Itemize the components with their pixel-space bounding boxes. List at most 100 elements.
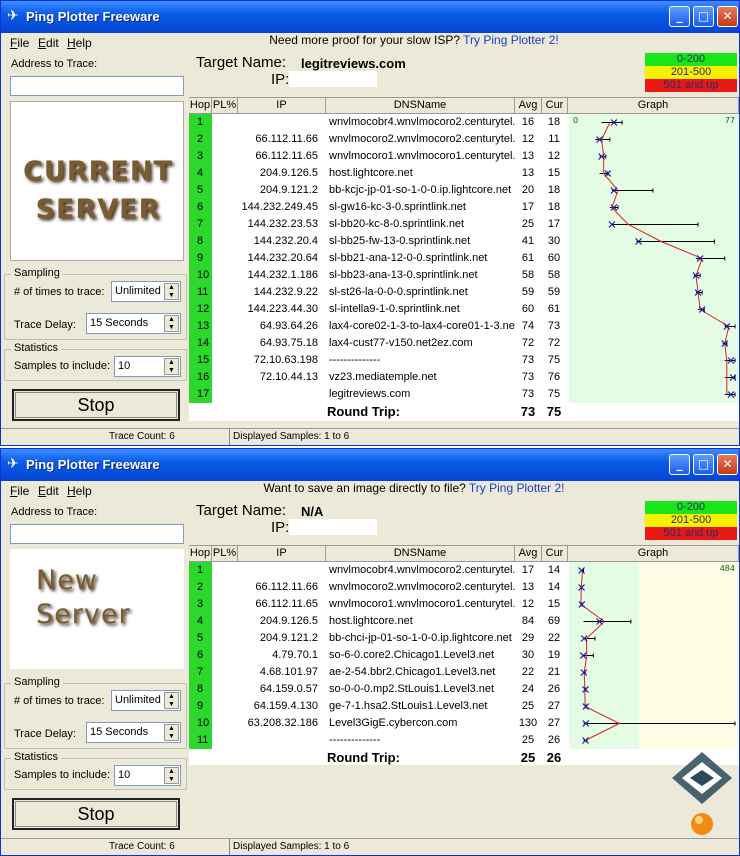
cell-ip: 64.159.4.130 (253, 700, 318, 712)
round-trip-label: Round Trip: (327, 404, 400, 419)
cell-avg: 25 (521, 700, 535, 712)
cell-dns: ge-7-1.hsa2.StLouis1.Level3.net (329, 700, 488, 712)
target-name-value[interactable]: legitreviews.com (301, 56, 406, 71)
promo-link[interactable]: Try Ping Plotter 2! (463, 33, 559, 47)
times-combo[interactable]: Unlimited ▲ ▼ (111, 281, 181, 302)
menu-help[interactable]: Help (67, 36, 92, 50)
column-header-cur[interactable]: Cur (542, 546, 568, 562)
column-header-dns[interactable]: DNSName (326, 546, 515, 562)
trace-count: Trace Count: 6 (109, 431, 175, 442)
cell-dns: wnvlmocobr4.wnvlmocoro2.centurytel.ne (329, 564, 515, 576)
address-input[interactable] (10, 76, 184, 96)
delay-combo[interactable]: 15 Seconds ▲ ▼ (86, 722, 181, 743)
maximize-button[interactable]: □ (693, 6, 714, 27)
legend-yellow: 201-500 (645, 514, 737, 527)
cell-ip: 63.208.32.186 (247, 717, 318, 729)
cell-cur: 21 (547, 666, 561, 678)
cell-ip: 204.9.121.2 (259, 184, 318, 196)
column-header-avg[interactable]: Avg (515, 98, 542, 114)
spin-icon[interactable]: ▲ ▼ (164, 724, 179, 741)
close-button[interactable]: ✕ (717, 454, 738, 475)
menu-edit[interactable]: Edit (38, 484, 59, 498)
cell-avg: 12 (521, 133, 535, 145)
sampling-title: Sampling (11, 267, 63, 279)
delay-value: 15 Seconds (90, 317, 149, 329)
spin-icon[interactable]: ▲ ▼ (164, 692, 179, 709)
cell-cur: 11 (548, 133, 560, 145)
close-button[interactable]: ✕ (717, 6, 738, 27)
times-value: Unlimited (115, 694, 161, 706)
spin-icon[interactable]: ▲ ▼ (164, 767, 179, 784)
spin-icon[interactable]: ▲ ▼ (164, 283, 179, 300)
samples-value: 10 (118, 769, 131, 781)
samples-combo[interactable]: 10 ▲ ▼ (114, 765, 181, 786)
title-bar[interactable]: ✈ Ping Plotter Freeware _ □ ✕ (1, 449, 739, 481)
cell-dns: -------------- (329, 354, 381, 366)
cell-avg: 59 (521, 286, 535, 298)
latency-legend: 0-200 201-500 501 and up (645, 53, 737, 92)
cell-dns: sl-bb25-fw-13-0.sprintlink.net (329, 235, 471, 247)
column-header-avg[interactable]: Avg (515, 546, 542, 562)
cell-hop: 15 (189, 352, 212, 369)
cell-dns: sl-bb21-ana-12-0-0.sprintlink.net (329, 252, 488, 264)
delay-combo[interactable]: 15 Seconds ▲ ▼ (86, 313, 181, 334)
cell-hop: 2 (189, 579, 212, 596)
minimize-button[interactable]: _ (669, 6, 690, 27)
column-header-cur[interactable]: Cur (542, 98, 568, 114)
column-header-ip[interactable]: IP (238, 546, 326, 562)
cell-avg: 12 (521, 598, 535, 610)
stop-button[interactable]: Stop (12, 389, 180, 421)
menu-help[interactable]: Help (67, 484, 92, 498)
title-bar[interactable]: ✈ Ping Plotter Freeware _ □ ✕ (1, 1, 739, 33)
trace-count: Trace Count: 6 (109, 841, 175, 852)
times-combo[interactable]: Unlimited ▲ ▼ (111, 690, 181, 711)
spin-icon[interactable]: ▲ ▼ (164, 358, 179, 375)
cell-ip: 4.79.70.1 (272, 649, 318, 661)
spin-icon[interactable]: ▲ ▼ (164, 315, 179, 332)
column-header-dns[interactable]: DNSName (326, 98, 515, 114)
minimize-button[interactable]: _ (669, 454, 690, 475)
promo-link[interactable]: Try Ping Plotter 2! (469, 481, 565, 495)
ip-field (289, 519, 377, 535)
column-header-hop[interactable]: Hop (189, 98, 212, 114)
samples-label: Samples to include: (14, 769, 110, 781)
status-divider (229, 429, 230, 445)
cell-dns: sl-st26-la-0-0-0.sprintlink.net (329, 286, 468, 298)
column-header-ip[interactable]: IP (238, 98, 326, 114)
cell-ip: 66.112.11.65 (255, 150, 318, 162)
menu-file[interactable]: File (10, 36, 29, 50)
cell-avg: 130 (518, 717, 538, 729)
cell-hop: 7 (189, 216, 212, 233)
menu-edit[interactable]: Edit (38, 36, 59, 50)
round-trip-row: Round Trip: 73 75 (189, 404, 739, 421)
round-trip-row: Round Trip: 25 26 (189, 750, 739, 767)
graph-axis-max: 484 (720, 564, 735, 573)
column-header-hop[interactable]: Hop (189, 546, 212, 562)
cell-ip: 144.232.9.22 (253, 286, 318, 298)
cell-hop: 2 (189, 131, 212, 148)
cell-dns: host.lightcore.net (329, 167, 413, 179)
address-input[interactable] (10, 524, 184, 544)
samples-combo[interactable]: 10 ▲ ▼ (114, 356, 181, 377)
window-title: Ping Plotter Freeware (26, 457, 160, 472)
stop-button[interactable]: Stop (12, 798, 180, 830)
cell-cur: 22 (547, 632, 561, 644)
cell-hop: 12 (189, 301, 212, 318)
cell-avg: 17 (521, 201, 535, 213)
column-header-graph[interactable]: Graph (568, 546, 739, 562)
cell-ip (239, 732, 324, 749)
statistics-title: Statistics (11, 342, 62, 354)
cell-cur: 59 (547, 286, 561, 298)
cell-avg: 74 (521, 320, 535, 332)
trace-table: Hop PL% IP DNSName Avg Cur Graph 1 wnvlmocobr4.w… (189, 97, 739, 421)
ping-plotter-window-2: ✈ Ping Plotter Freeware _ □ ✕ File Edit … (0, 448, 740, 856)
cell-cur: 14 (547, 564, 561, 576)
column-header-graph[interactable]: Graph (568, 98, 739, 114)
column-header-pl[interactable]: PL% (212, 98, 238, 114)
maximize-button[interactable]: □ (693, 454, 714, 475)
target-name-value[interactable]: N/A (301, 504, 323, 519)
column-header-pl[interactable]: PL% (212, 546, 238, 562)
cell-hop: 4 (189, 613, 212, 630)
cell-avg: 72 (521, 337, 535, 349)
menu-file[interactable]: File (10, 484, 29, 498)
